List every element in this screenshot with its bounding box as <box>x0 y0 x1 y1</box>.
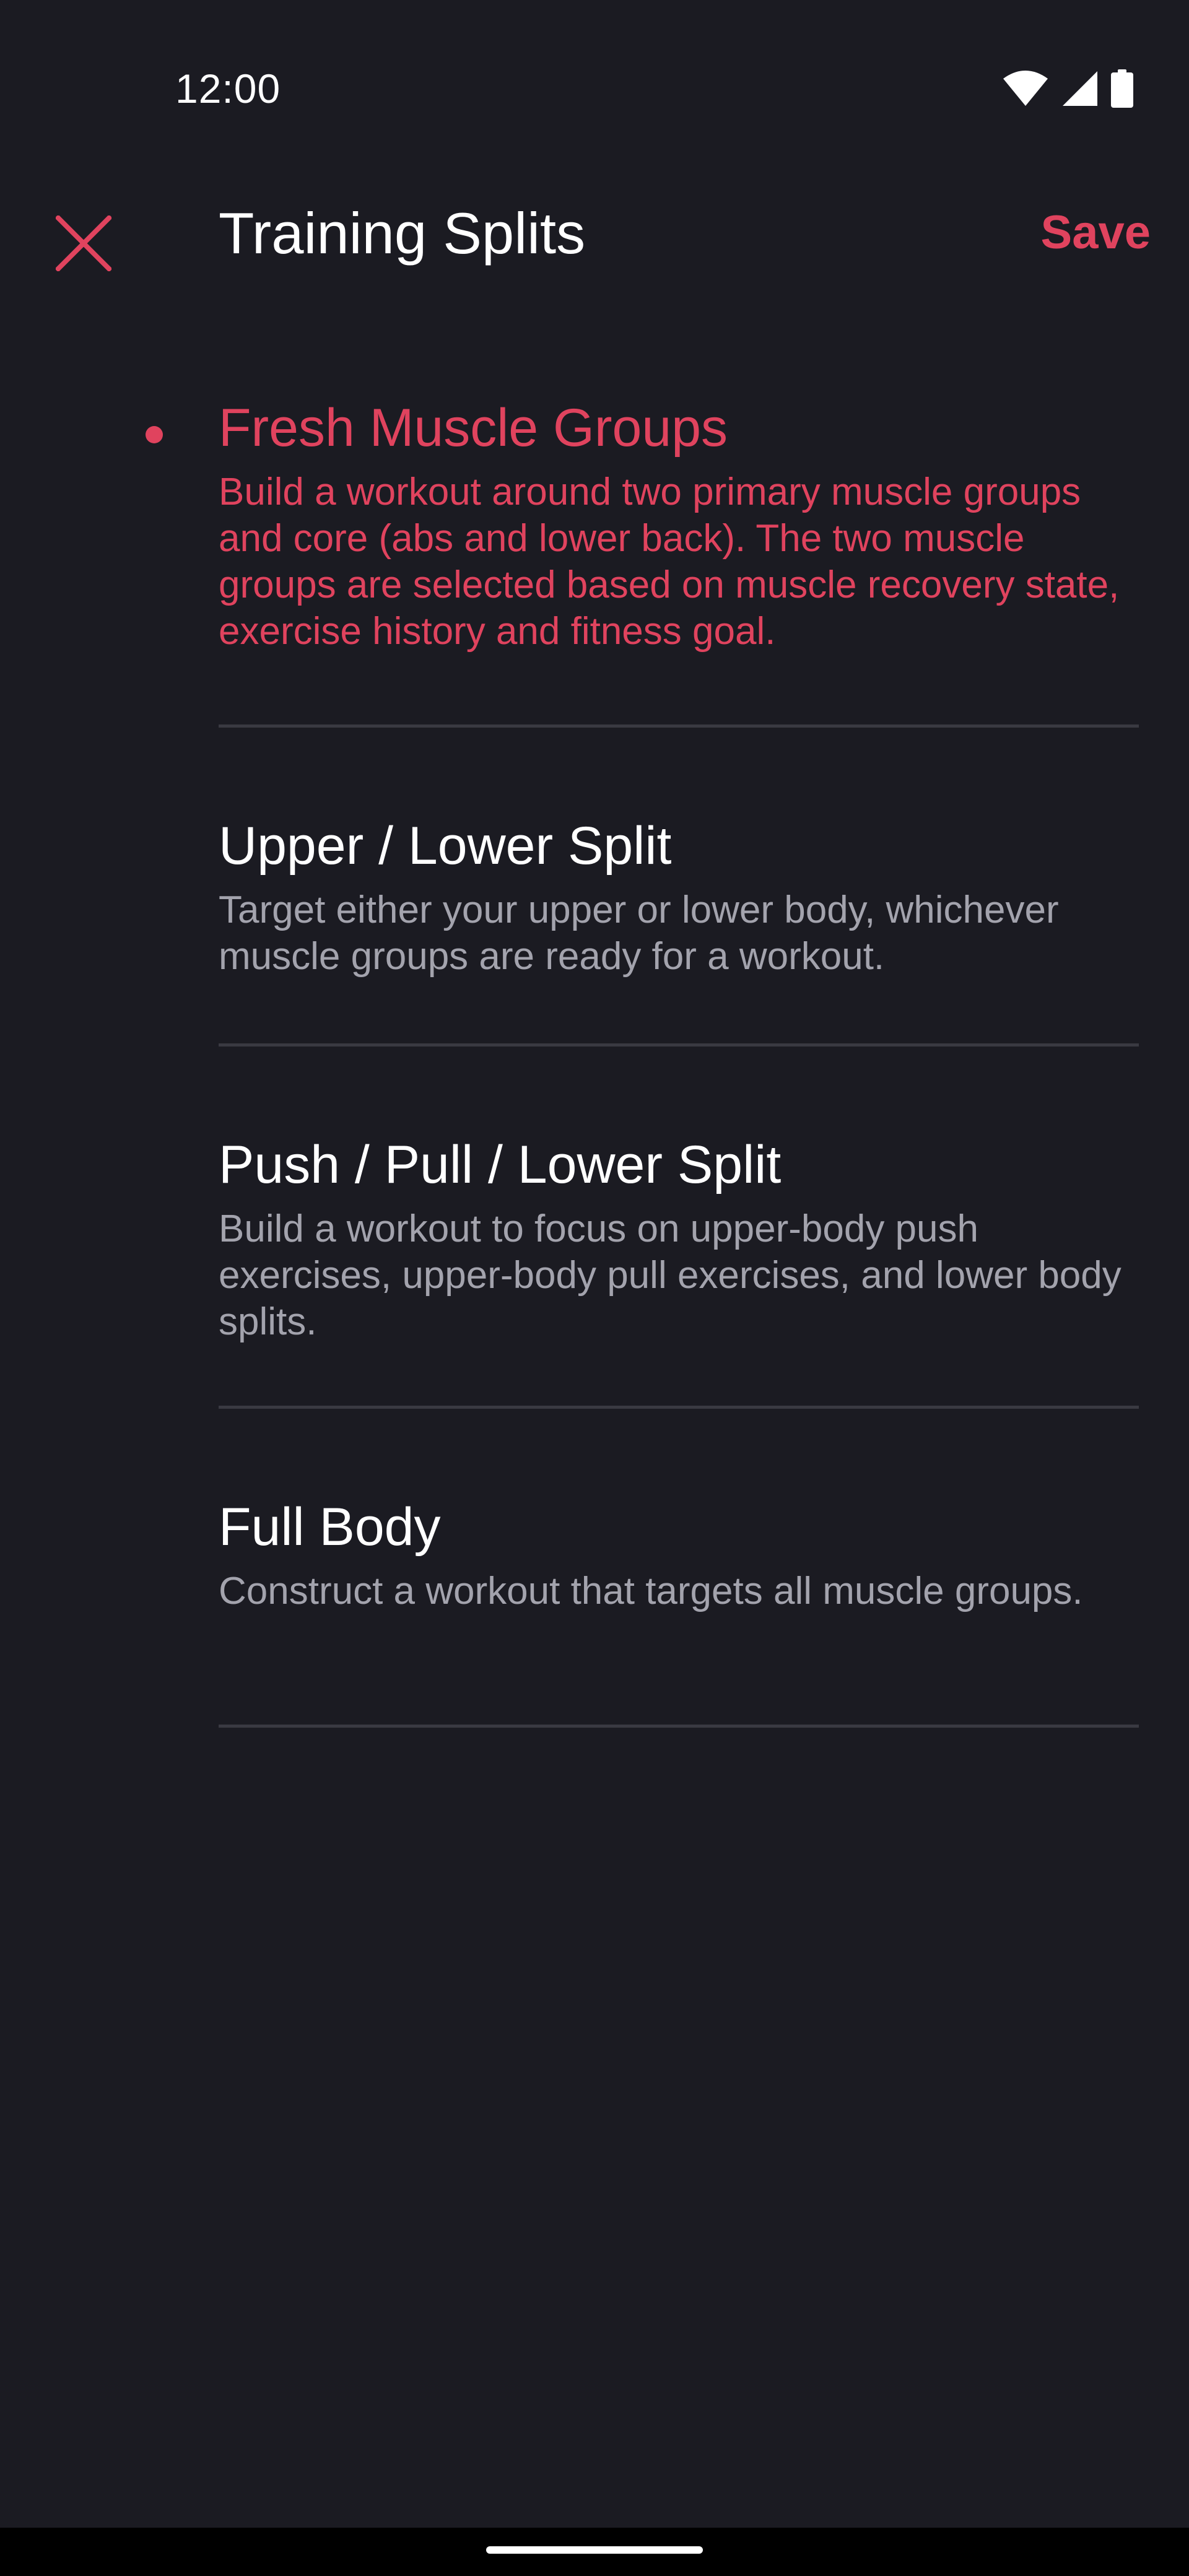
option-title: Fresh Muscle Groups <box>219 398 728 458</box>
status-time: 12:00 <box>175 66 281 111</box>
option-title: Full Body <box>219 1497 441 1557</box>
app-bar: Training Splits Save <box>0 180 1189 291</box>
option-upper-lower-split[interactable]: Upper / Lower Split Target either your u… <box>0 728 1189 1043</box>
page-title: Training Splits <box>219 201 586 266</box>
option-title: Upper / Lower Split <box>219 816 672 876</box>
training-splits-screen: 12:00 Training Splits Save Fresh Muscle … <box>0 0 1189 2576</box>
signal-icon <box>1061 70 1099 107</box>
option-description: Construct a workout that targets all mus… <box>219 1570 1083 1613</box>
close-icon <box>54 214 113 274</box>
option-description: Build a workout around two primary muscl… <box>219 471 1120 653</box>
save-button[interactable]: Save <box>1041 209 1151 256</box>
wifi-icon <box>1002 70 1049 107</box>
home-indicator[interactable] <box>486 2546 703 2554</box>
selected-bullet-icon <box>146 426 163 443</box>
navigation-bar <box>0 2528 1189 2576</box>
option-full-body[interactable]: Full Body Construct a workout that targe… <box>0 1409 1189 1725</box>
status-icons <box>1002 69 1133 108</box>
option-title: Push / Pull / Lower Split <box>219 1135 782 1194</box>
training-split-list: Fresh Muscle Groups Build a workout arou… <box>0 396 1189 1728</box>
option-fresh-muscle-groups[interactable]: Fresh Muscle Groups Build a workout arou… <box>0 396 1189 724</box>
option-push-pull-lower-split[interactable]: Push / Pull / Lower Split Build a workou… <box>0 1046 1189 1406</box>
battery-icon <box>1111 69 1133 108</box>
close-button[interactable] <box>43 204 124 285</box>
option-description: Build a workout to focus on upper-body p… <box>219 1208 1121 1344</box>
status-bar: 12:00 <box>0 0 1189 136</box>
divider <box>219 1725 1139 1728</box>
option-description: Target either your upper or lower body, … <box>219 889 1059 978</box>
